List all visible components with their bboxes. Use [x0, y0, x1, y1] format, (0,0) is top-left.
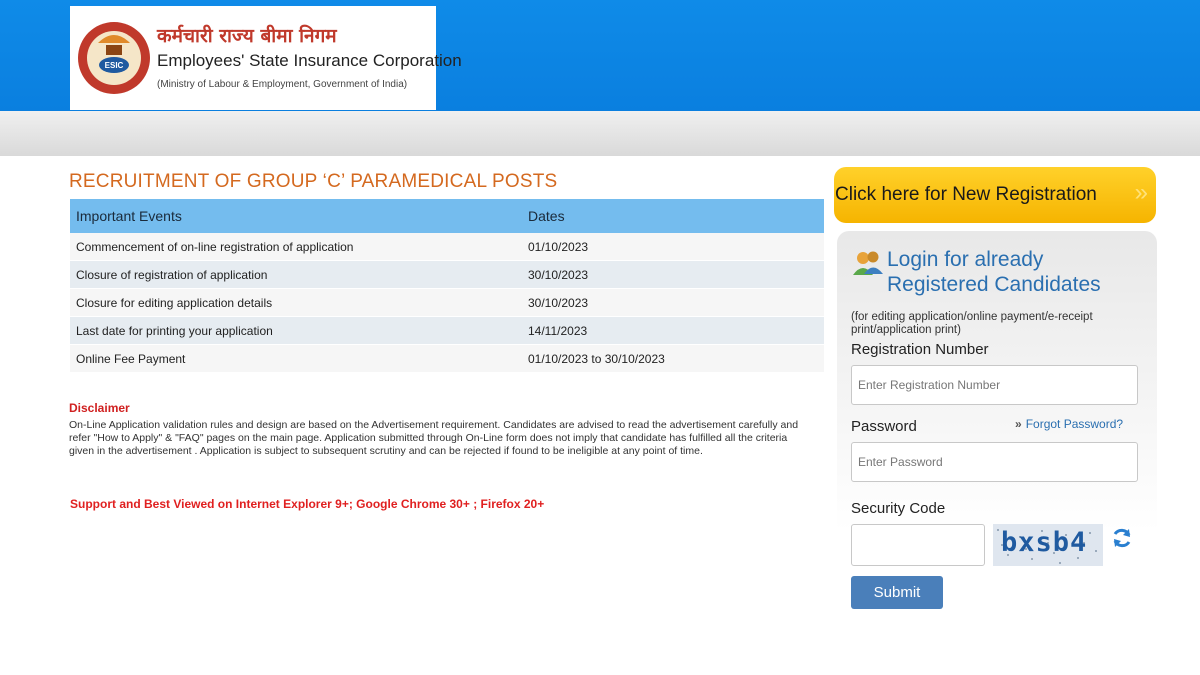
registration-number-input[interactable]: [851, 365, 1138, 405]
table-row: Closure for editing application details …: [70, 288, 824, 317]
event-cell: Closure of registration of application: [70, 260, 522, 289]
important-events-table: Important Events Dates Commencement of o…: [70, 199, 824, 373]
table-row: Commencement of on-line registration of …: [70, 233, 824, 261]
table-header-row: Important Events Dates: [70, 199, 824, 233]
submit-button[interactable]: Submit: [851, 576, 943, 609]
page-title: RECRUITMENT OF GROUP ‘C’ PARAMEDICAL POS…: [69, 171, 558, 192]
registration-number-label: Registration Number: [851, 341, 989, 358]
event-cell: Online Fee Payment: [70, 344, 522, 373]
ministry-name: (Ministry of Labour & Employment, Govern…: [157, 79, 408, 90]
new-registration-label: Click here for New Registration: [835, 184, 1097, 205]
login-subtitle: (for editing application/online payment/…: [851, 311, 1093, 336]
column-header-events: Important Events: [70, 199, 522, 233]
refresh-captcha-icon[interactable]: [1111, 527, 1133, 549]
users-icon: [853, 251, 883, 275]
header-bar: ESIC कर्मचारी राज्य बीमा निगम Employees'…: [0, 0, 1200, 111]
password-label: Password: [851, 418, 917, 435]
logo-text: ESIC: [105, 61, 124, 70]
org-name-hindi: कर्मचारी राज्य बीमा निगम: [157, 25, 337, 47]
org-logo-banner[interactable]: ESIC कर्मचारी राज्य बीमा निगम Employees'…: [70, 6, 462, 110]
login-panel: Login for already Registered Candidates …: [837, 231, 1157, 631]
double-chevron-right-icon: »: [1015, 417, 1022, 431]
disclaimer-text: On-Line Application validation rules and…: [69, 419, 799, 457]
security-code-input[interactable]: [851, 524, 985, 566]
security-code-label: Security Code: [851, 500, 946, 517]
date-cell: 30/10/2023: [522, 288, 824, 317]
login-title-line1: Login for already: [887, 248, 1044, 271]
browser-support-note: Support and Best Viewed on Internet Expl…: [70, 497, 545, 511]
event-cell: Last date for printing your application: [70, 316, 522, 345]
new-registration-button[interactable]: Click here for New Registration »: [834, 167, 1156, 223]
event-cell: Commencement of on-line registration of …: [70, 233, 522, 261]
password-input[interactable]: [851, 442, 1138, 482]
login-title-line2: Registered Candidates: [887, 273, 1101, 296]
forgot-password-link[interactable]: » Forgot Password?: [1015, 417, 1123, 431]
forgot-password-label: Forgot Password?: [1025, 417, 1124, 431]
event-cell: Closure for editing application details: [70, 288, 522, 317]
column-header-dates: Dates: [522, 199, 824, 233]
table-row: Last date for printing your application …: [70, 316, 824, 345]
table-row: Online Fee Payment 01/10/2023 to 30/10/2…: [70, 344, 824, 373]
date-cell: 01/10/2023: [522, 233, 824, 261]
esic-emblem-icon: ESIC: [78, 22, 150, 94]
org-name-english: Employees' State Insurance Corporation: [157, 51, 462, 70]
date-cell: 30/10/2023: [522, 260, 824, 289]
double-chevron-right-icon: »: [1134, 179, 1148, 206]
table-row: Closure of registration of application 3…: [70, 260, 824, 289]
captcha-text: bxsb4: [1001, 527, 1088, 558]
captcha-image: bxsb4: [993, 524, 1103, 566]
nav-bar: [0, 111, 1200, 156]
date-cell: 01/10/2023 to 30/10/2023: [522, 344, 824, 373]
date-cell: 14/11/2023: [522, 316, 824, 345]
disclaimer-title: Disclaimer: [69, 401, 130, 415]
